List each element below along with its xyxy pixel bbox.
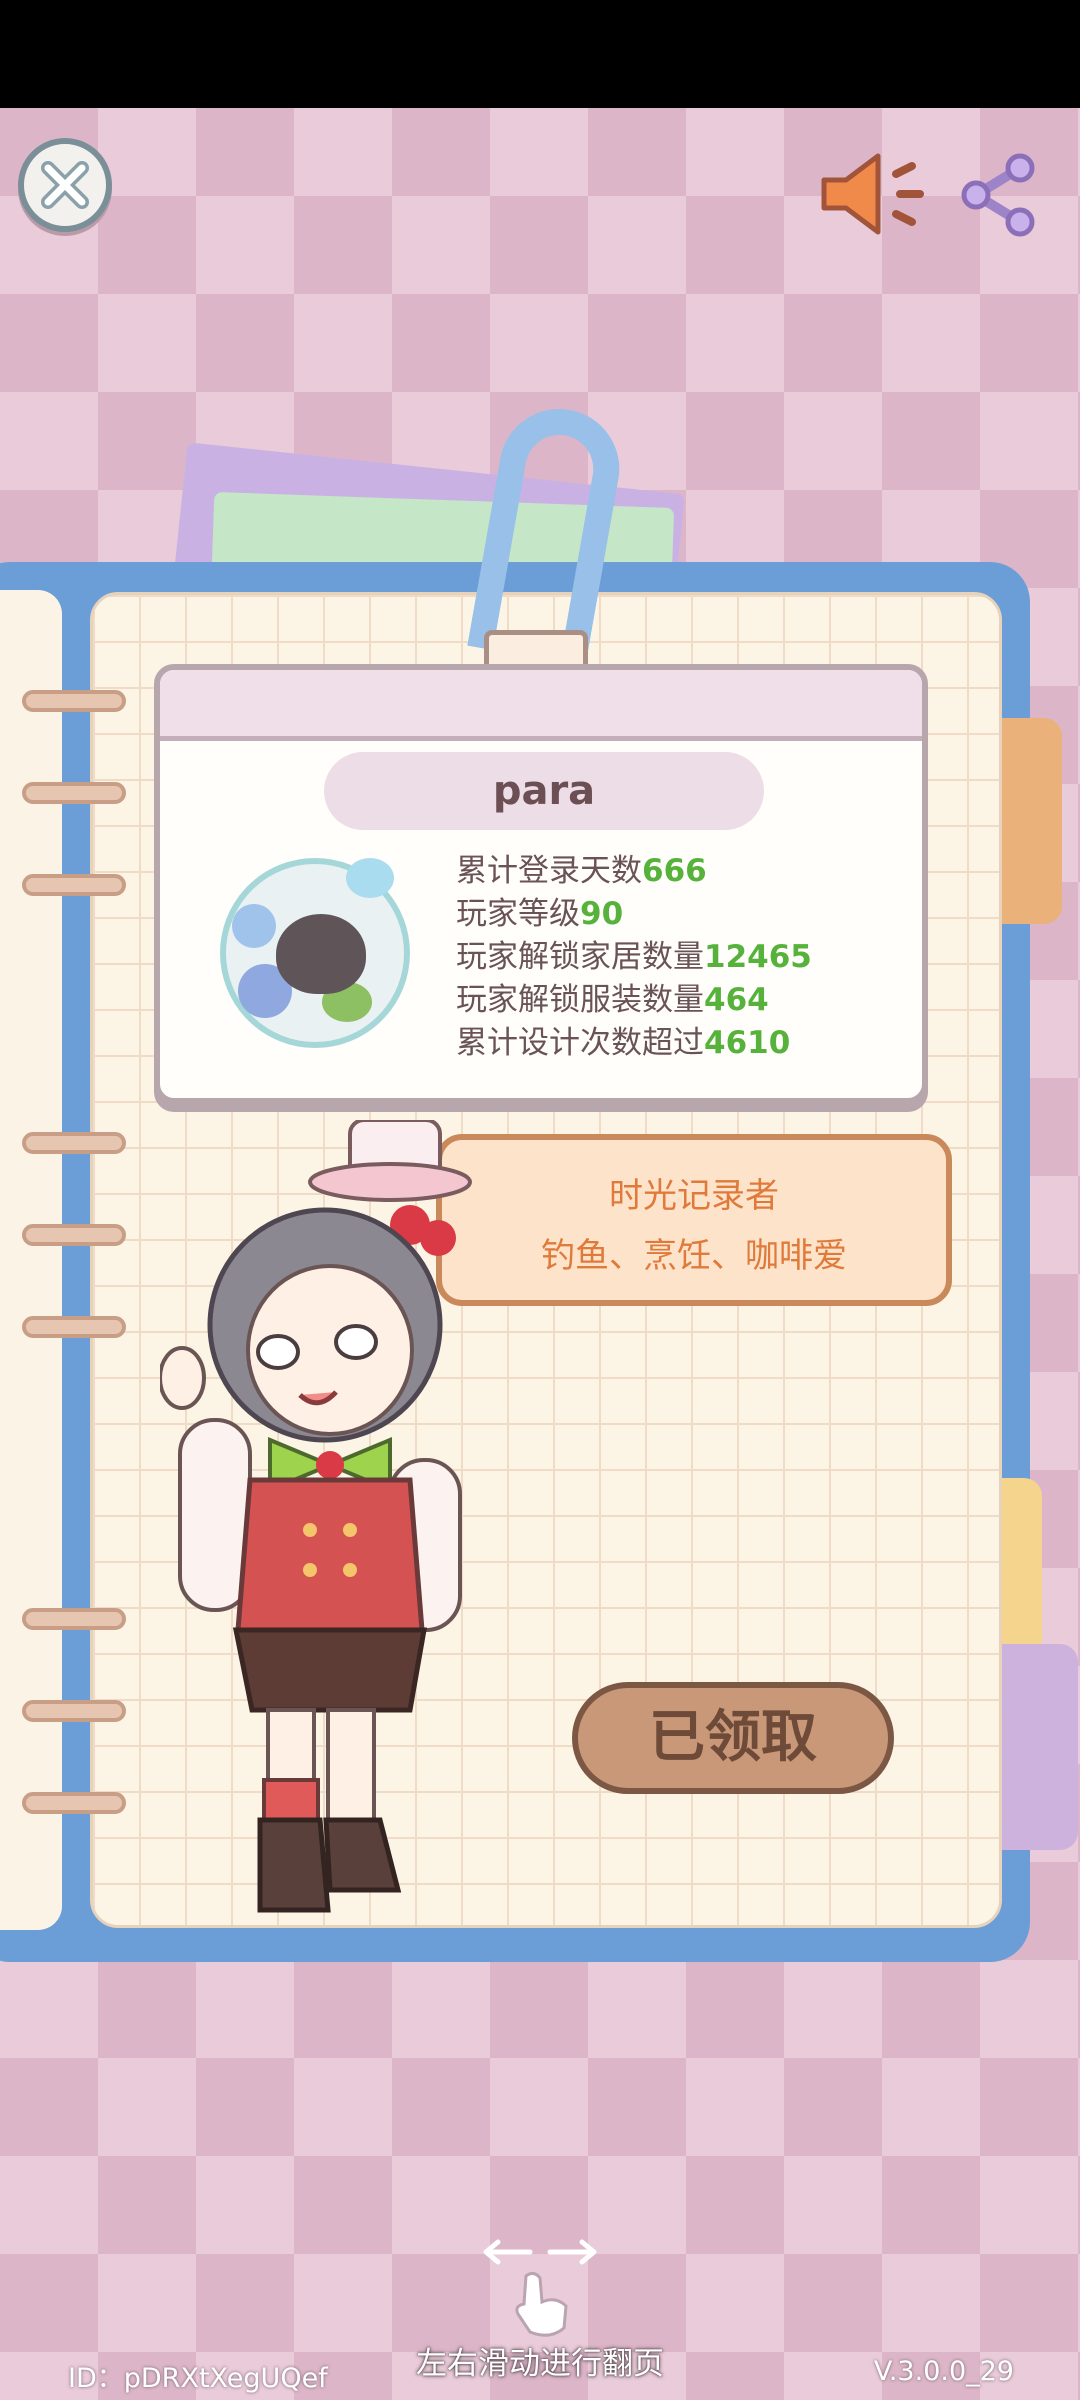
- share-icon: [961, 153, 1035, 237]
- stat-row: 玩家解锁家居数量12465: [456, 936, 812, 979]
- stat-label: 累计登录天数: [456, 853, 642, 889]
- binder-ring: [22, 782, 126, 804]
- stat-value: 12465: [704, 939, 812, 975]
- close-button[interactable]: [18, 138, 112, 232]
- notebook-tab-orange[interactable]: [1002, 718, 1062, 924]
- avatar-flower: [232, 904, 276, 948]
- binder-ring: [22, 1792, 126, 1814]
- claimed-button[interactable]: 已领取: [572, 1682, 894, 1794]
- player-id-card: para 累计登录天数666 玩家等级90 玩家解锁家居数量12465 玩家解锁…: [154, 664, 928, 1104]
- stat-row: 累计设计次数超过4610: [456, 1022, 812, 1065]
- stat-row: 玩家等级90: [456, 893, 812, 936]
- stat-value: 4610: [704, 1025, 791, 1061]
- crow-icon: [276, 914, 366, 994]
- player-avatar[interactable]: [220, 858, 410, 1048]
- character-illustration: [160, 1120, 472, 1913]
- binder-ring: [22, 1316, 126, 1338]
- stat-label: 玩家解锁服装数量: [456, 982, 704, 1018]
- stat-label: 玩家等级: [456, 896, 580, 932]
- card-header: [160, 670, 922, 741]
- notebook-tab-purple[interactable]: [1002, 1644, 1078, 1850]
- binder-ring: [22, 1132, 126, 1154]
- binder-ring: [22, 874, 126, 896]
- notebook-tab-yellow[interactable]: [1002, 1478, 1042, 1658]
- stat-value: 90: [580, 896, 624, 932]
- binder-ring: [22, 1608, 126, 1630]
- stat-value: 464: [704, 982, 769, 1018]
- version-label: V.3.0.0_29: [873, 2356, 1014, 2387]
- player-name: para: [324, 752, 764, 830]
- binder-ring: [22, 1700, 126, 1722]
- stat-label: 玩家解锁家居数量: [456, 939, 704, 975]
- stat-row: 累计登录天数666: [456, 850, 812, 893]
- binder-ring: [22, 690, 126, 712]
- stat-row: 玩家解锁服装数量464: [456, 979, 812, 1022]
- binder-ring: [22, 1224, 126, 1246]
- swipe-hand-icon: [483, 2239, 597, 2337]
- butterfly-icon: [346, 858, 394, 898]
- player-stats: 累计登录天数666 玩家等级90 玩家解锁家居数量12465 玩家解锁服装数量4…: [456, 850, 812, 1065]
- sound-button[interactable]: [816, 148, 926, 240]
- player-id-label[interactable]: ID：pDRXtXegUQef: [68, 2356, 328, 2395]
- stat-label: 累计设计次数超过: [456, 1025, 704, 1061]
- speaker-icon: [821, 153, 924, 235]
- status-bar: [0, 0, 1080, 108]
- share-button[interactable]: [958, 152, 1040, 238]
- close-icon: [41, 161, 89, 209]
- stat-value: 666: [642, 853, 707, 889]
